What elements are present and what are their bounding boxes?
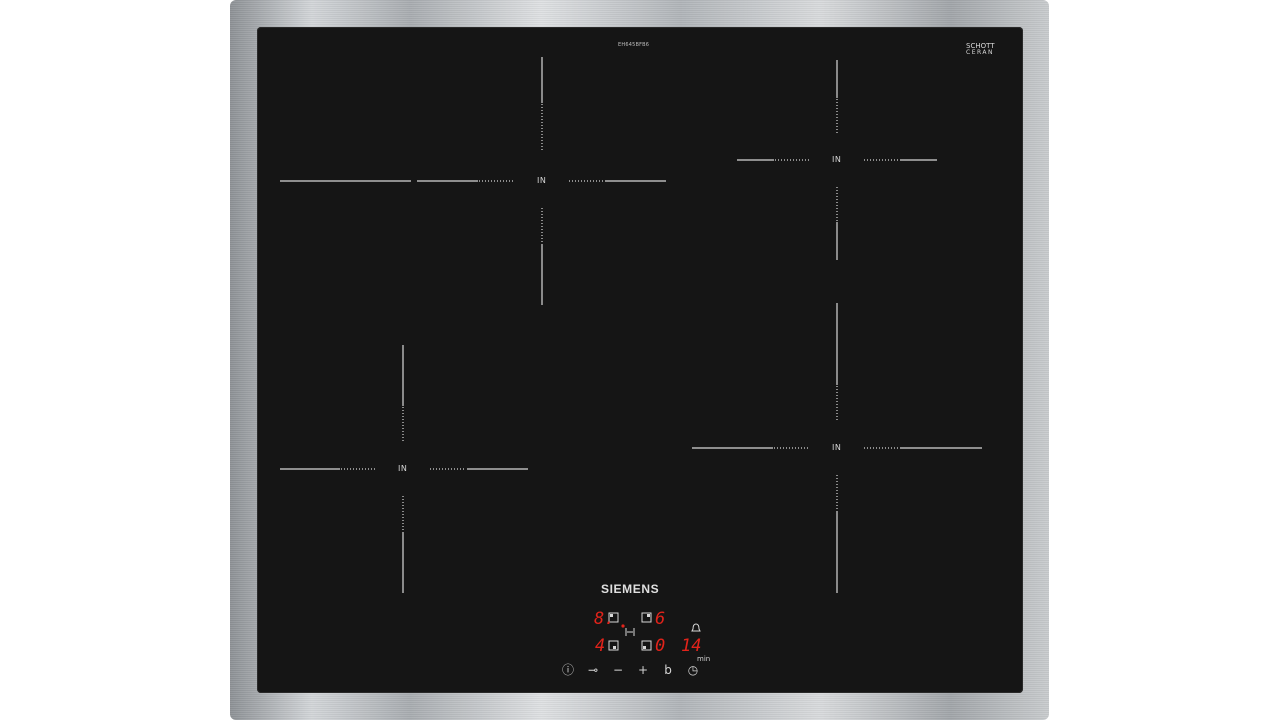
timer-unit-label: min — [697, 655, 711, 663]
zone-label-bottom-left: IN — [398, 464, 408, 473]
zone-marking-top-left — [280, 57, 666, 305]
timer-button-icon[interactable]: ◷ — [685, 663, 701, 677]
minus-button-icon[interactable]: − — [610, 663, 626, 677]
zone-label-top-left: IN — [537, 176, 547, 185]
brand-logo: SIEMENS — [601, 582, 660, 596]
display-timer-value: 14 — [681, 636, 702, 656]
childlock-key-icon[interactable]: ⊸ — [585, 663, 601, 677]
schott-logo-line2: CERAN — [966, 49, 994, 56]
display-zone-rear-left: 8. — [594, 609, 615, 629]
zone-label-top-right: IN — [832, 155, 842, 164]
active-zone-dot — [621, 624, 625, 628]
display-zone-front-left: 4 — [595, 636, 606, 656]
power-button-icon[interactable]: ⓘ — [560, 663, 576, 677]
move-function-icon — [625, 628, 635, 636]
display-zone-rear-right: 6 — [655, 609, 666, 629]
zone-markings — [280, 57, 982, 651]
boost-button-icon[interactable]: b — [660, 663, 676, 677]
plus-button-icon[interactable]: + — [635, 663, 651, 677]
bell-icon — [691, 623, 701, 632]
zone-label-bottom-right: IN — [832, 443, 842, 452]
display-timer-zone: 0 — [655, 636, 666, 656]
model-number: EH645BFB6 — [618, 42, 650, 48]
